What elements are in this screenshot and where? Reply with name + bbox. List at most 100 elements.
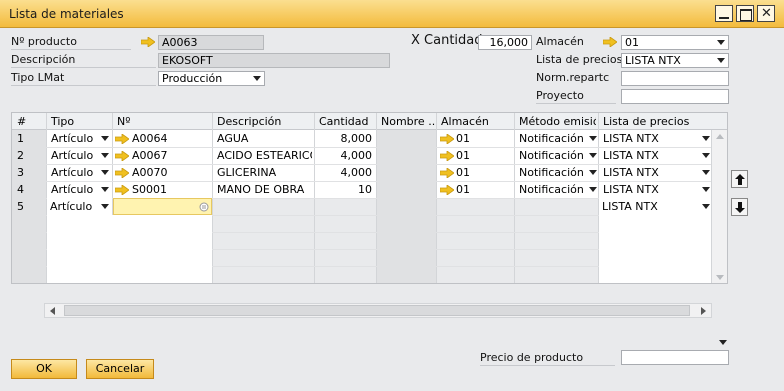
descripcion-cell[interactable]: MANO DE OBRA — [214, 181, 312, 198]
dropdown-arrow-icon[interactable] — [702, 153, 710, 158]
nro-cell[interactable]: S0001 — [129, 181, 209, 198]
cantidad-cell[interactable]: 10 — [316, 181, 372, 198]
minimize-icon[interactable] — [715, 5, 733, 22]
link-arrow-icon[interactable] — [115, 185, 129, 195]
metodo-cell[interactable]: Notificación — [516, 130, 588, 147]
lista-cell[interactable]: LISTA NTX — [600, 130, 698, 147]
column-header[interactable]: Cantidad — [316, 113, 374, 130]
scroll-left-icon[interactable] — [50, 307, 55, 315]
link-arrow-icon[interactable] — [440, 134, 454, 144]
dropdown-arrow-icon[interactable] — [589, 170, 597, 175]
descripcion-cell[interactable]: AGUA — [214, 130, 312, 147]
dropdown-arrow-icon[interactable] — [717, 40, 725, 45]
link-arrow-icon[interactable] — [115, 151, 129, 161]
metodo-cell[interactable]: Notificación — [516, 147, 588, 164]
column-header[interactable]: Almacén — [438, 113, 512, 130]
almacen-cell[interactable]: 01 — [453, 181, 511, 198]
link-arrow-icon[interactable] — [440, 185, 454, 195]
column-header[interactable]: Descripción — [214, 113, 312, 130]
scroll-right-icon[interactable] — [701, 307, 706, 315]
link-arrow-icon[interactable] — [141, 37, 155, 47]
column-header[interactable]: # — [14, 113, 44, 130]
maximize-icon[interactable] — [736, 5, 754, 22]
divider — [536, 103, 616, 104]
nro-cell-active[interactable] — [113, 198, 212, 215]
dropdown-arrow-icon[interactable] — [589, 136, 597, 141]
nro-cell[interactable]: A0067 — [129, 147, 209, 164]
descripcion-field[interactable]: EKOSOFT — [158, 53, 390, 68]
dropdown-arrow-icon[interactable] — [101, 136, 109, 141]
link-arrow-icon[interactable] — [115, 168, 129, 178]
dropdown-arrow-icon[interactable] — [702, 136, 710, 141]
tipo-lmat-select[interactable]: Producción — [158, 71, 265, 86]
almacen-cell[interactable]: 01 — [453, 164, 511, 181]
dropdown-arrow-icon[interactable] — [101, 204, 109, 209]
grid-vertical-scrollbar[interactable] — [711, 130, 727, 283]
column-header[interactable]: Lista de precios — [600, 113, 710, 130]
dropdown-arrow-icon[interactable] — [702, 170, 710, 175]
close-icon[interactable]: ✕ — [757, 5, 775, 22]
link-arrow-icon[interactable] — [115, 134, 129, 144]
descripcion-cell[interactable]: ACIDO ESTEARICO — [214, 147, 312, 164]
link-arrow-icon[interactable] — [440, 168, 454, 178]
dropdown-arrow-icon[interactable] — [101, 170, 109, 175]
dropdown-arrow-icon[interactable] — [589, 187, 597, 192]
column-header[interactable]: Nombre ... — [378, 113, 436, 130]
nro-cell[interactable]: A0064 — [129, 130, 209, 147]
ok-button[interactable]: OK — [11, 359, 77, 379]
dropdown-arrow-icon[interactable] — [702, 187, 710, 192]
metodo-cell[interactable]: Notificación — [516, 164, 588, 181]
almacen-cell[interactable]: 01 — [453, 130, 511, 147]
cantidad-field[interactable]: 16,000 — [478, 35, 532, 50]
norm-reparto-label: Norm.repartc — [536, 71, 610, 84]
empty-area — [599, 215, 711, 283]
column-header[interactable]: Nº — [114, 113, 210, 130]
column-header[interactable]: Método emisión — [516, 113, 596, 130]
row-number[interactable]: 3 — [14, 164, 44, 181]
cantidad-cell[interactable]: 4,000 — [316, 147, 373, 164]
metodo-cell[interactable]: Notificación — [516, 181, 588, 198]
nro-cell[interactable]: A0070 — [129, 164, 209, 181]
almacen-label: Almacén — [536, 35, 584, 48]
lookup-icon[interactable] — [199, 202, 209, 212]
move-up-button[interactable] — [731, 170, 748, 188]
almacen-cell[interactable]: 01 — [453, 147, 511, 164]
lista-cell[interactable]: LISTA NTX — [600, 164, 698, 181]
precio-producto-field[interactable] — [621, 350, 729, 365]
move-down-button[interactable] — [731, 198, 748, 216]
norm-reparto-field[interactable] — [621, 71, 729, 86]
row-number[interactable]: 5 — [14, 198, 44, 215]
scroll-up-icon[interactable] — [716, 134, 724, 139]
descripcion-cell[interactable]: GLICERINA — [214, 164, 312, 181]
lista-cell[interactable]: LISTA NTX — [600, 181, 698, 198]
lista-cell[interactable]: LISTA NTX — [600, 147, 698, 164]
divider — [11, 85, 156, 86]
link-arrow-icon[interactable] — [603, 37, 617, 47]
row-number[interactable]: 1 — [14, 130, 44, 147]
lista-cell[interactable]: LISTA NTX — [599, 198, 711, 215]
row-number[interactable]: 4 — [14, 181, 44, 198]
scroll-thumb[interactable] — [64, 305, 690, 316]
lista-precios-select[interactable]: LISTA NTX — [621, 53, 729, 68]
row-number[interactable]: 2 — [14, 147, 44, 164]
dropdown-arrow-icon[interactable] — [101, 187, 109, 192]
dropdown-arrow-icon[interactable] — [589, 153, 597, 158]
proyecto-field[interactable] — [621, 89, 729, 104]
grid-horizontal-scrollbar[interactable] — [44, 303, 712, 318]
nro-producto-field[interactable]: A0063 — [158, 35, 264, 50]
scroll-down-icon[interactable] — [716, 275, 724, 280]
precio-producto-label: Precio de producto — [480, 351, 584, 364]
dropdown-arrow-icon[interactable] — [717, 58, 725, 63]
cantidad-cell[interactable]: 4,000 — [316, 164, 373, 181]
divider — [480, 365, 615, 366]
dropdown-arrow-icon[interactable] — [253, 76, 261, 81]
link-arrow-icon[interactable] — [440, 151, 454, 161]
dropdown-arrow-icon[interactable] — [702, 204, 710, 209]
almacen-select[interactable]: 01 — [621, 35, 729, 50]
dropdown-arrow-icon[interactable] — [719, 340, 727, 345]
dropdown-arrow-icon[interactable] — [101, 153, 109, 158]
cancel-button[interactable]: Cancelar — [86, 359, 154, 379]
proyecto-label: Proyecto — [536, 89, 584, 102]
cantidad-cell[interactable]: 8,000 — [316, 130, 373, 147]
column-header[interactable]: Tipo — [48, 113, 110, 130]
